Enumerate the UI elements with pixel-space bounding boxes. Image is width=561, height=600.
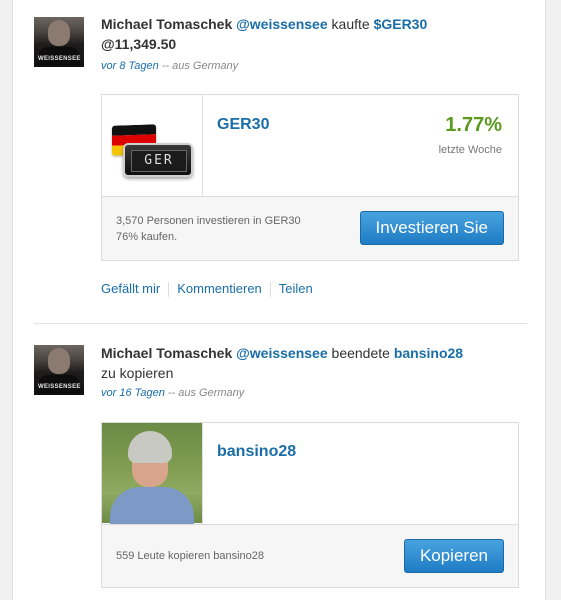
like-link[interactable]: Gefällt mir	[101, 281, 160, 296]
invest-button[interactable]: Investieren Sie	[359, 211, 504, 245]
trade-price: @11,349.50	[101, 36, 177, 52]
post-meta: vor 16 Tagen -- aus Germany	[101, 387, 244, 399]
trader-card: bansino28 559 Leute kopieren bansino28 K…	[101, 422, 519, 588]
trader-link[interactable]: bansino28	[394, 345, 463, 361]
action-separator	[269, 282, 271, 298]
user-name[interactable]: Michael Tomaschek	[101, 16, 232, 32]
post-time-link[interactable]: vor 16 Tagen	[101, 387, 165, 399]
card-header: bansino28	[102, 423, 518, 525]
instrument-card: GER GER30 1.77% letzte Woche 3,570 Perso…	[101, 94, 519, 261]
instrument-thumbnail[interactable]: GER	[102, 95, 203, 196]
buy-ratio: 76% kaufen.	[116, 231, 178, 243]
post-headline: Michael Tomaschek @weissensee kaufte $GE…	[101, 14, 521, 54]
post-time-link[interactable]: vor 8 Tagen	[101, 60, 159, 72]
post-divider	[34, 323, 527, 324]
user-name[interactable]: Michael Tomaschek	[101, 345, 232, 361]
action-verb: beendete	[331, 345, 390, 361]
avatar-shirt-text: WEISSENSEE	[38, 56, 81, 62]
post-origin: -- aus Germany	[164, 387, 245, 399]
post-meta: vor 8 Tagen -- aus Germany	[101, 60, 238, 72]
change-period: letzte Woche	[438, 144, 502, 156]
user-handle[interactable]: @weissensee	[236, 345, 328, 361]
comment-link[interactable]: Kommentieren	[177, 281, 262, 296]
action-detail: zu kopieren	[101, 365, 174, 381]
asset-link[interactable]: $GER30	[374, 16, 428, 32]
weekly-change: 1.77%	[445, 114, 502, 136]
ger-tile-icon: GER	[123, 143, 193, 177]
card-header: GER GER30 1.77% letzte Woche	[102, 95, 518, 197]
post-headline: Michael Tomaschek @weissensee beendete b…	[101, 343, 521, 383]
user-avatar[interactable]: WEISSENSEE	[34, 345, 84, 395]
action-separator	[168, 282, 170, 298]
investors-count: 3,570 Personen investieren in GER30	[116, 215, 301, 227]
avatar-shirt-text: WEISSENSEE	[38, 384, 81, 390]
action-verb: kaufte	[331, 16, 370, 32]
news-feed: WEISSENSEE Michael Tomaschek @weissensee…	[12, 0, 546, 600]
user-avatar[interactable]: WEISSENSEE	[34, 17, 84, 67]
share-link[interactable]: Teilen	[279, 281, 313, 296]
trader-name[interactable]: bansino28	[217, 443, 296, 461]
post-actions: Gefällt mir Kommentieren Teilen	[101, 281, 313, 298]
user-handle[interactable]: @weissensee	[236, 16, 328, 32]
tile-label: GER	[131, 150, 187, 172]
investors-info: 3,570 Personen investieren in GER30 76% …	[116, 213, 301, 245]
trader-photo[interactable]	[102, 423, 203, 524]
copiers-count: 559 Leute kopieren bansino28	[116, 550, 265, 562]
post-origin: -- aus Germany	[158, 60, 239, 72]
instrument-title[interactable]: GER30	[217, 116, 269, 134]
copy-button[interactable]: Kopieren	[403, 539, 504, 573]
